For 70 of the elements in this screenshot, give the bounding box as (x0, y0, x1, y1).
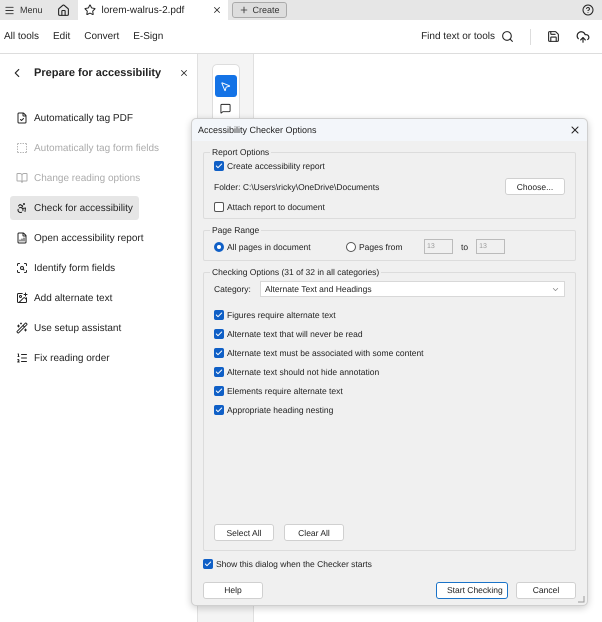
list-icon (16, 352, 28, 364)
resize-grip-icon[interactable] (577, 595, 585, 603)
check-icon (215, 311, 223, 319)
check-icon (215, 387, 223, 395)
choose-button[interactable]: Choose... (505, 178, 565, 195)
check-icon (204, 560, 212, 568)
close-icon[interactable] (569, 124, 581, 136)
to-label: to (461, 242, 468, 252)
dialog-title: Accessibility Checker Options (198, 125, 318, 135)
report-icon (16, 232, 28, 244)
close-icon[interactable] (179, 68, 189, 78)
check-icon (215, 368, 223, 376)
pointer-icon (220, 80, 231, 92)
toolbar-link[interactable]: All tools (4, 31, 54, 42)
group-title: Checking Options (31 of 32 in all categories) (211, 267, 380, 277)
sidebar-item[interactable]: Automatically tag PDF (10, 106, 139, 130)
document-title: lorem-walrus-2.pdf (102, 4, 186, 16)
rule-checkbox[interactable]: Alternate text should not hide annotation (214, 367, 565, 377)
rule-checkbox[interactable]: Elements require alternate text (214, 386, 565, 396)
document-tab[interactable]: lorem-walrus-2.pdf (78, 0, 228, 20)
menu-button[interactable]: Menu (0, 0, 49, 20)
create-report-checkbox[interactable]: Create accessibility report (214, 161, 565, 171)
sidebar-item[interactable]: Check for accessibility (10, 196, 139, 220)
sidebar-item[interactable]: Identify form fields (10, 256, 122, 280)
find-button[interactable]: Find text or tools (421, 30, 522, 43)
page-range-radio[interactable]: All pages in document (214, 242, 340, 252)
rule-checkbox[interactable]: Figures require alternate text (214, 310, 565, 320)
image-icon (16, 292, 28, 304)
toolbar-link[interactable]: E-Sign (133, 31, 178, 42)
help-button[interactable]: Help (203, 582, 263, 598)
sidebar-item[interactable]: Open accessibility report (10, 226, 150, 250)
sidebar-item[interactable]: Fix reading order (10, 346, 116, 370)
check-icon (215, 406, 223, 414)
check-icon (215, 330, 223, 338)
rule-checkbox[interactable]: Appropriate heading nesting (214, 405, 565, 415)
sidebar-item[interactable]: Add alternate text (10, 286, 118, 310)
check-icon (215, 349, 223, 357)
attach-report-checkbox[interactable]: Attach report to document (214, 202, 565, 212)
group-title: Page Range (211, 225, 260, 235)
pointer-button[interactable] (214, 75, 236, 97)
file-check-icon (16, 112, 28, 124)
create-button[interactable]: Create (232, 2, 287, 18)
book-icon (16, 172, 28, 184)
toolbar-link[interactable]: Edit (53, 31, 84, 42)
check-icon (215, 162, 223, 170)
plus-icon (238, 5, 249, 15)
search-icon (501, 30, 514, 43)
select-all-button[interactable]: Select All (214, 524, 274, 541)
wand-icon (16, 322, 28, 334)
cancel-button[interactable]: Cancel (516, 582, 576, 598)
start-checking-button[interactable]: Start Checking (436, 582, 508, 598)
star-icon[interactable] (84, 4, 96, 16)
rule-checkbox[interactable]: Alternate text that will never be read (214, 329, 565, 339)
accessibility-icon (16, 202, 28, 214)
group-title: Report Options (211, 147, 270, 157)
category-label: Category: (214, 284, 252, 294)
rule-checkbox[interactable]: Alternate text must be associated with some content (214, 348, 565, 358)
sidebar-item[interactable]: Use setup assistant (10, 316, 128, 340)
folder-path: Folder: C:\Users\ricky\OneDrive\Documents (214, 182, 380, 192)
menu-icon (4, 4, 15, 16)
comment-icon[interactable] (220, 103, 231, 114)
category-select[interactable]: Alternate Text and Headings (260, 281, 565, 297)
clear-all-button[interactable]: Clear All (284, 524, 344, 541)
close-icon[interactable] (212, 5, 222, 15)
toolbar-link[interactable]: Convert (84, 31, 134, 42)
page-range-radio[interactable]: Pages from (346, 242, 418, 252)
dashed-square-icon (16, 142, 28, 154)
show-dialog-checkbox[interactable]: Show this dialog when the Checker starts (203, 559, 576, 569)
scan-icon (16, 262, 28, 274)
panel-title: Prepare for accessibility (34, 67, 162, 79)
